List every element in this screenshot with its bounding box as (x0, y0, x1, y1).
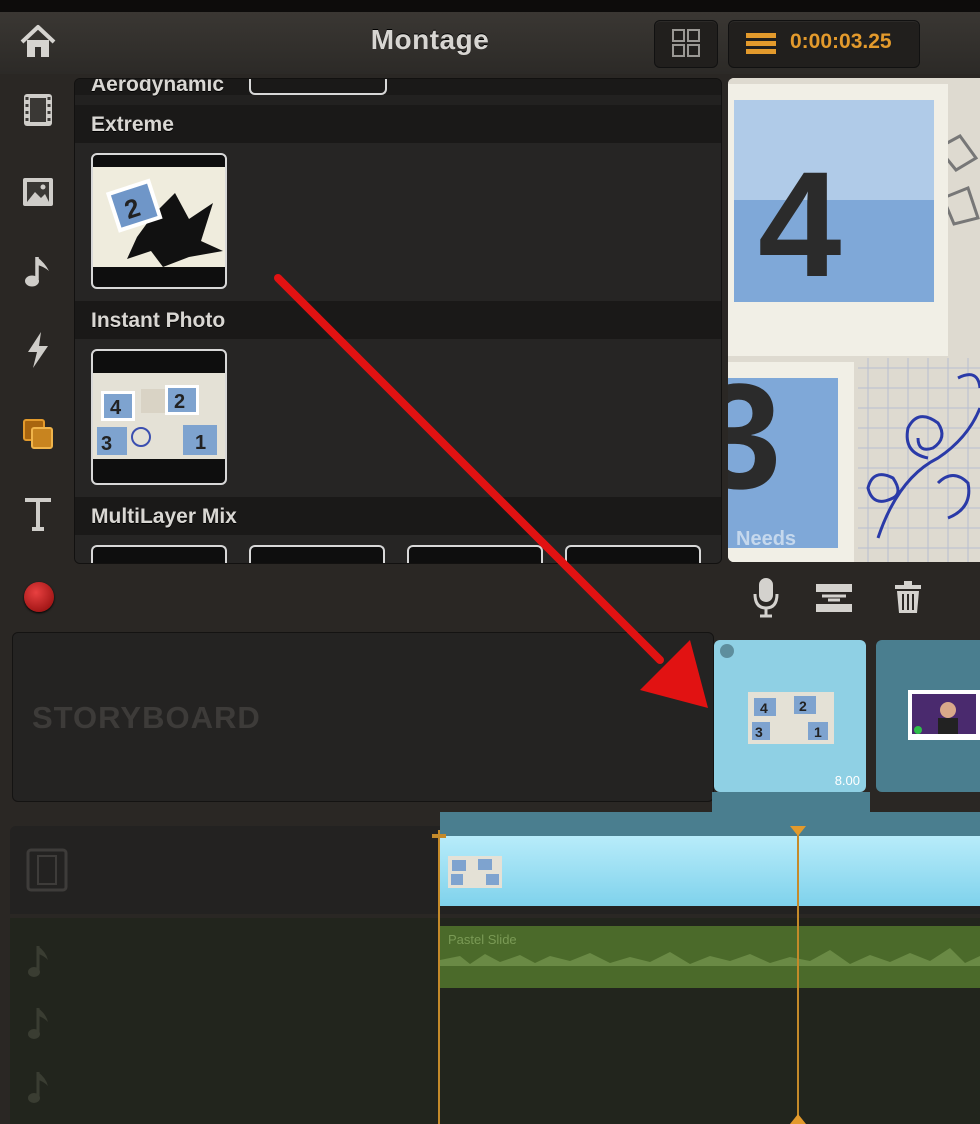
montage-template-browser: Aerodynamic Extreme 2 Instant Photo 4 2 … (74, 78, 722, 564)
playhead-marker-icon (790, 826, 806, 836)
audio-clip-label: Pastel Slide (448, 932, 517, 947)
audio-track-icon (26, 944, 52, 985)
page-title: Montage (370, 24, 490, 55)
category-label: MultiLayer Mix (91, 505, 237, 528)
timecode-display: 0:00:03.25 (790, 30, 892, 53)
extreme-template-image: 2 (93, 167, 225, 267)
photo-icon (23, 178, 53, 206)
category-label: Aerodynamic (91, 78, 225, 96)
category-label: Extreme (91, 113, 174, 136)
svg-text:4: 4 (758, 140, 841, 308)
microphone-icon (753, 578, 779, 618)
clip-thumbnail: 4 2 3 1 (748, 692, 834, 744)
home-button[interactable] (14, 18, 62, 66)
template-thumbnail[interactable] (91, 545, 227, 563)
trash-icon (895, 581, 921, 613)
music-note-icon (25, 257, 49, 287)
template-thumbnail[interactable] (407, 545, 543, 563)
svg-text:4: 4 (760, 700, 768, 716)
svg-text:1: 1 (814, 724, 822, 740)
text-icon (25, 498, 51, 531)
audio-clip[interactable] (440, 926, 980, 988)
transitions-button[interactable] (14, 326, 62, 374)
audio-track-icon (26, 1006, 52, 1047)
storyboard-clip-selected[interactable]: 4 2 3 1 8.00 (714, 640, 866, 792)
watermark-text: Needs (736, 528, 797, 550)
video-clip-thumbnail (908, 690, 980, 740)
template-thumbnail[interactable] (249, 79, 387, 95)
grid-view-button[interactable] (654, 20, 718, 68)
clip-connector (712, 792, 870, 814)
music-note-icon (28, 1008, 48, 1039)
video-track-icon (26, 848, 68, 897)
audio-waveform (440, 948, 980, 966)
montage-layers-icon (23, 419, 53, 449)
clip-corner-badge (720, 644, 734, 658)
clip-duration: 8.00 (834, 773, 860, 788)
split-clip-button[interactable] (812, 582, 856, 614)
status-strip (0, 0, 980, 12)
split-icon (816, 584, 852, 612)
template-thumbnail[interactable] (565, 545, 701, 563)
film-icon (26, 848, 68, 892)
photo-library-button[interactable] (14, 168, 62, 216)
video-library-button[interactable] (14, 86, 62, 134)
svg-text:3: 3 (755, 724, 763, 740)
svg-text:3: 3 (101, 433, 112, 455)
svg-text:2: 2 (799, 698, 807, 714)
instant-photo-template-image: 4 2 3 1 (93, 373, 225, 459)
storyboard-clip[interactable] (876, 640, 980, 792)
template-thumbnail-instant-photo[interactable]: 4 2 3 1 (91, 349, 227, 485)
playhead-bottom-marker-icon (790, 1114, 806, 1124)
audio-track-icon (26, 1070, 52, 1111)
music-button[interactable] (14, 248, 62, 296)
preview-image: 4 3 (728, 78, 980, 562)
delete-button[interactable] (892, 580, 924, 616)
storyboard-label: STORYBOARD (32, 700, 261, 735)
montage-button[interactable] (14, 410, 62, 458)
template-thumbnail[interactable] (249, 545, 385, 563)
category-label: Instant Photo (91, 309, 226, 332)
lightning-icon (28, 332, 48, 368)
record-button[interactable] (24, 582, 54, 612)
svg-text:2: 2 (174, 391, 185, 413)
preview-window: 4 3 Needs (728, 78, 980, 562)
voiceover-button[interactable] (750, 576, 782, 618)
music-note-icon (28, 946, 48, 977)
playhead[interactable] (797, 830, 799, 1124)
music-note-icon (28, 1072, 48, 1103)
montage-clip-on-timeline[interactable] (440, 836, 980, 906)
film-icon (24, 94, 52, 126)
svg-text:1: 1 (195, 432, 206, 454)
trim-handle-cap (432, 834, 446, 838)
title-button[interactable] (14, 490, 62, 538)
home-icon (20, 25, 56, 57)
svg-text:3: 3 (728, 352, 781, 520)
clip-thumbnail (448, 856, 502, 888)
svg-text:4: 4 (110, 397, 122, 419)
timeline-view-icon (746, 33, 776, 54)
grid-icon (672, 29, 700, 57)
trim-handle-left[interactable] (438, 830, 440, 1124)
template-thumbnail-extreme[interactable]: 2 (91, 153, 227, 289)
selection-highlight (440, 812, 980, 836)
